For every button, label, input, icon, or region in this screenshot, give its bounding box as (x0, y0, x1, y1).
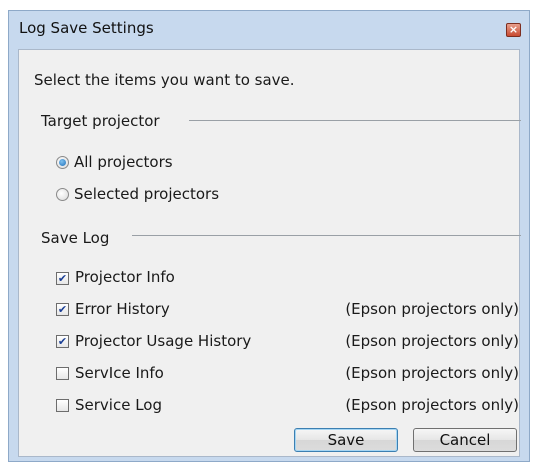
dialog-body: Select the items you want to save. Targe… (18, 49, 521, 457)
close-icon[interactable]: × (506, 23, 521, 37)
instruction-text: Select the items you want to save. (34, 71, 295, 89)
checkbox-service-log[interactable] (56, 399, 69, 412)
service-log-label[interactable]: Service Log (75, 396, 162, 414)
checkbox-error-history[interactable]: ✔ (56, 303, 69, 316)
log-save-settings-dialog: Log Save Settings × Select the items you… (8, 10, 530, 462)
title-bar: Log Save Settings × (9, 11, 529, 49)
service-info-label[interactable]: ServIce Info (75, 364, 164, 382)
save-log-group-label: Save Log (41, 229, 110, 247)
projector-usage-history-note: (Epson projectors only) (345, 332, 519, 350)
radio-all-projectors-label[interactable]: All projectors (74, 153, 173, 171)
dialog-title: Log Save Settings (19, 19, 154, 37)
radio-selected-projectors[interactable] (56, 188, 69, 201)
error-history-label[interactable]: Error History (75, 300, 170, 318)
target-group-divider (189, 120, 521, 121)
projector-usage-history-label[interactable]: Projector Usage History (75, 332, 251, 350)
service-log-note: (Epson projectors only) (345, 396, 519, 414)
target-projector-group-label: Target projector (41, 112, 160, 130)
radio-selected-projectors-label[interactable]: Selected projectors (74, 185, 219, 203)
checkbox-projector-usage-history[interactable]: ✔ (56, 335, 69, 348)
save-button[interactable]: Save (294, 428, 398, 452)
checkbox-service-info[interactable] (56, 367, 69, 380)
error-history-note: (Epson projectors only) (345, 300, 519, 318)
radio-all-projectors[interactable] (56, 156, 69, 169)
service-info-note: (Epson projectors only) (345, 364, 519, 382)
projector-info-label[interactable]: Projector Info (75, 268, 175, 286)
radio-selected-dot (59, 159, 66, 166)
save-log-group-divider (132, 235, 521, 236)
checkbox-projector-info[interactable]: ✔ (56, 272, 69, 285)
cancel-button[interactable]: Cancel (413, 428, 517, 452)
